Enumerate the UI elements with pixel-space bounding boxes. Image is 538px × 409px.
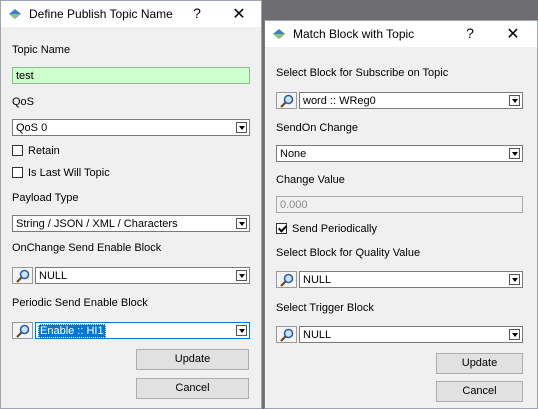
search-block-button[interactable] <box>276 92 297 109</box>
magnifier-icon <box>16 269 30 283</box>
qos-select[interactable]: QoS 0 <box>12 119 250 136</box>
sendon-change-select[interactable]: None <box>276 145 523 162</box>
magnifier-icon <box>16 324 30 338</box>
magnifier-icon <box>280 273 294 287</box>
magnifier-icon <box>280 94 294 108</box>
dropdown-arrow-icon[interactable] <box>509 148 520 159</box>
payload-type-value: String / JSON / XML / Characters <box>16 218 178 230</box>
trigger-block-label: Select Trigger Block <box>276 302 374 314</box>
send-periodically-label: Send Periodically <box>292 223 377 235</box>
periodic-block-value: Enable :: HI1 <box>38 324 106 338</box>
match-block-topic-dialog: Match Block with Topic ? ✕ Select Block … <box>264 20 538 409</box>
dropdown-arrow-icon[interactable] <box>236 122 247 133</box>
onchange-block-value: NULL <box>39 270 68 282</box>
payload-type-label: Payload Type <box>12 192 79 204</box>
qos-value: QoS 0 <box>16 122 48 134</box>
magnifier-icon <box>280 328 294 342</box>
periodic-block-select[interactable]: Enable :: HI1 <box>35 322 250 339</box>
onchange-block-select[interactable]: NULL <box>35 267 250 284</box>
define-publish-topic-dialog: Define Publish Topic Name ? ✕ Topic Name… <box>0 0 262 409</box>
trigger-block-select[interactable]: NULL <box>299 326 523 343</box>
send-periodically-checkbox[interactable] <box>276 223 287 234</box>
cancel-button[interactable]: Cancel <box>436 381 523 402</box>
topic-name-label: Topic Name <box>12 44 71 56</box>
dropdown-arrow-icon[interactable] <box>509 95 520 106</box>
last-will-checkbox[interactable] <box>12 167 23 178</box>
update-button[interactable]: Update <box>136 349 249 370</box>
trigger-block-value: NULL <box>303 329 332 341</box>
dropdown-arrow-icon[interactable] <box>236 218 247 229</box>
retain-checkbox[interactable] <box>12 145 23 156</box>
subscribe-block-select[interactable]: word :: WReg0 <box>299 92 523 109</box>
change-value-label: Change Value <box>276 174 345 186</box>
close-button[interactable]: ✕ <box>504 24 522 44</box>
dropdown-arrow-icon[interactable] <box>236 325 247 336</box>
sendon-change-label: SendOn Change <box>276 122 358 134</box>
quality-block-value: NULL <box>303 274 332 286</box>
app-icon <box>273 29 285 39</box>
last-will-label: Is Last Will Topic <box>28 167 110 179</box>
quality-block-label: Select Block for Quality Value <box>276 247 421 259</box>
dialog-title: Define Publish Topic Name <box>29 7 173 21</box>
cancel-button[interactable]: Cancel <box>136 378 249 399</box>
search-block-button[interactable] <box>12 267 33 284</box>
payload-type-select[interactable]: String / JSON / XML / Characters <box>12 215 250 232</box>
qos-label: QoS <box>12 96 35 108</box>
help-button[interactable]: ? <box>462 25 478 41</box>
sendon-change-value: None <box>280 148 307 160</box>
title-bar: Define Publish Topic Name ? ✕ <box>1 1 261 27</box>
subscribe-block-value: word :: WReg0 <box>303 95 376 107</box>
select-block-label: Select Block for Subscribe on Topic <box>276 67 449 79</box>
search-block-button[interactable] <box>276 271 297 288</box>
dropdown-arrow-icon[interactable] <box>509 274 520 285</box>
search-block-button[interactable] <box>276 326 297 343</box>
title-bar: Match Block with Topic ? ✕ <box>265 21 537 47</box>
update-button[interactable]: Update <box>436 353 523 374</box>
onchange-label: OnChange Send Enable Block <box>12 242 162 254</box>
dropdown-arrow-icon[interactable] <box>236 270 247 281</box>
search-block-button[interactable] <box>12 322 33 339</box>
dropdown-arrow-icon[interactable] <box>509 329 520 340</box>
change-value-input[interactable]: 0.000 <box>276 196 523 213</box>
dialog-title: Match Block with Topic <box>293 27 415 41</box>
retain-label: Retain <box>28 145 60 157</box>
quality-block-select[interactable]: NULL <box>299 271 523 288</box>
topic-name-input[interactable]: test <box>12 67 250 84</box>
close-button[interactable]: ✕ <box>230 4 248 24</box>
periodic-label: Periodic Send Enable Block <box>12 297 148 309</box>
app-icon <box>9 9 21 19</box>
help-button[interactable]: ? <box>189 5 205 21</box>
